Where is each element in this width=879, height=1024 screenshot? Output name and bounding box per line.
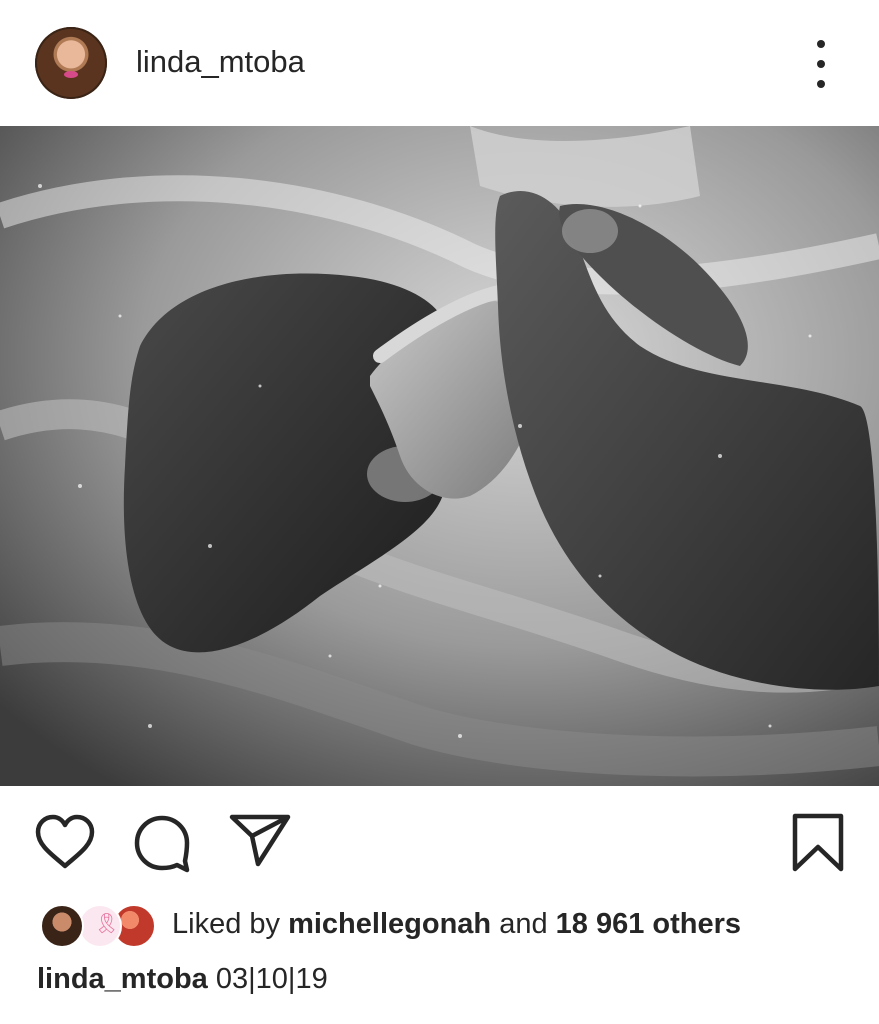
post-username[interactable]: linda_mtoba	[136, 44, 305, 80]
likes-summary[interactable]: 🎗 Liked by michellegonah and 18 961 othe…	[0, 900, 879, 952]
others-count-link[interactable]: 18 961 others	[556, 908, 741, 940]
post-actions	[0, 806, 879, 886]
liker-avatar	[40, 904, 84, 948]
post-photo[interactable]	[0, 126, 879, 786]
post-caption: linda_mtoba 03|10|19	[37, 963, 328, 996]
caption-text: 03|10|19	[215, 963, 328, 995]
likes-text[interactable]: Liked by michellegonah and 18 961 others	[172, 908, 741, 941]
post-header: linda_mtoba	[0, 0, 879, 126]
likes-prefix: Liked by	[172, 908, 281, 940]
heart-icon[interactable]	[34, 814, 96, 877]
likes-connector: and	[499, 908, 548, 940]
first-liker-link[interactable]: michellegonah	[288, 908, 491, 940]
ribbon-icon: 🎗	[94, 913, 120, 935]
profile-avatar[interactable]	[35, 27, 107, 99]
liker-avatar: 🎗	[78, 904, 122, 948]
more-vertical-icon[interactable]	[806, 40, 836, 88]
comment-icon[interactable]	[133, 814, 193, 879]
send-icon[interactable]	[228, 812, 292, 873]
bookmark-icon[interactable]	[790, 811, 846, 880]
caption-username[interactable]: linda_mtoba	[37, 963, 208, 995]
